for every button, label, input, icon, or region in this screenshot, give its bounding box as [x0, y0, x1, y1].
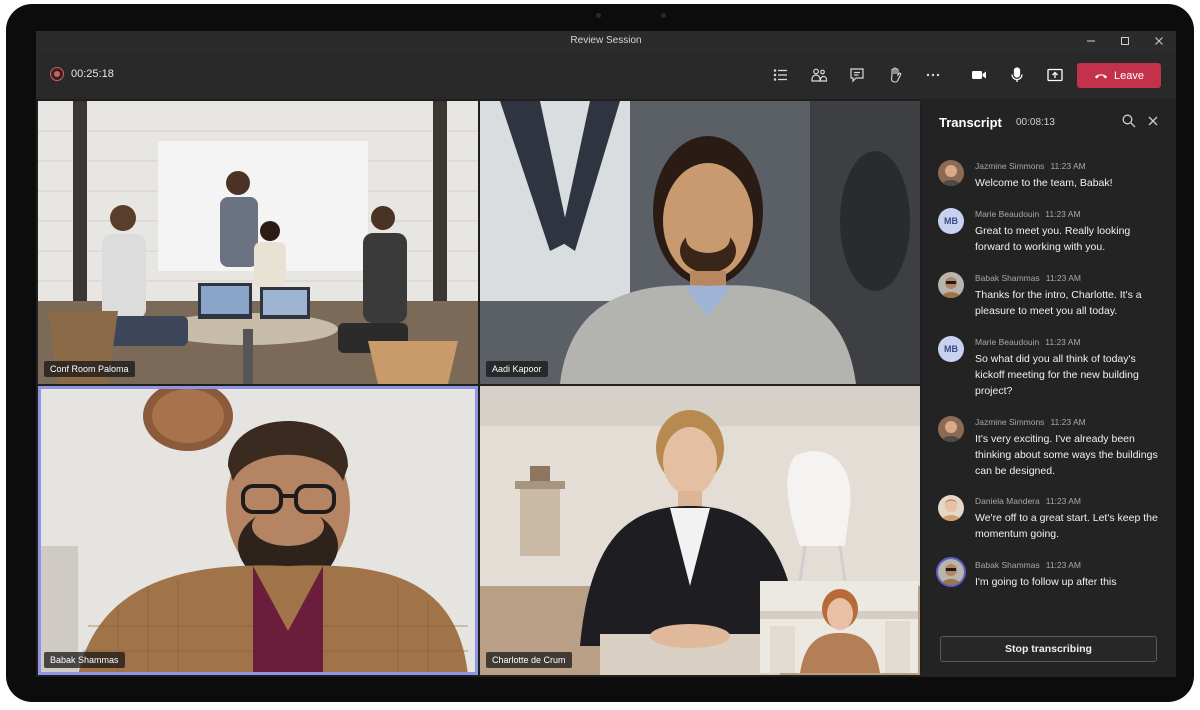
minimize-button[interactable] [1074, 31, 1108, 51]
message-author: Babak Shammas [975, 273, 1040, 283]
people-button[interactable] [805, 61, 833, 89]
participants-list-icon [773, 69, 787, 81]
leave-button[interactable]: Leave [1077, 63, 1161, 88]
people-icon [811, 68, 828, 82]
message-author: Daniela Mandera [975, 496, 1040, 506]
message-text: So what did you all think of today's kic… [975, 353, 1139, 397]
self-view-video [760, 581, 918, 673]
maximize-icon [1121, 37, 1129, 45]
device-frame: Review Session 00:25:18 Leave Conf Room … [6, 4, 1194, 702]
search-icon [1122, 114, 1136, 128]
maximize-button[interactable] [1108, 31, 1142, 51]
video-tile-charlotte-de-crum[interactable]: Charlotte de Crum [480, 386, 920, 675]
raise-hand-icon [890, 67, 902, 83]
camera-dot [596, 13, 601, 18]
video-tile-conf-room[interactable]: Conf Room Paloma [38, 101, 478, 384]
message-author: Marie Beaudouin [975, 337, 1040, 347]
message-text: We're off to a great start. Let's keep t… [975, 512, 1158, 540]
search-transcript-button[interactable] [1121, 113, 1137, 129]
message-author: Babak Shammas [975, 560, 1040, 570]
message-author: Marie Beaudouin [975, 209, 1040, 219]
self-view-tile[interactable] [760, 581, 918, 673]
message-text: I'm going to follow up after this [975, 576, 1117, 588]
minimize-icon [1087, 40, 1095, 42]
more-options-button[interactable] [919, 61, 947, 89]
avatar [938, 272, 964, 298]
close-icon [1155, 37, 1163, 45]
avatar [938, 495, 964, 521]
participant-name-tag: Babak Shammas [44, 652, 125, 668]
participant-name-tag: Charlotte de Crum [486, 652, 572, 668]
message-text: Welcome to the team, Babak! [975, 177, 1113, 189]
camera-button[interactable] [965, 61, 993, 89]
avatar [938, 416, 964, 442]
message-author: Jazmine Simmons [975, 417, 1045, 427]
chat-icon [850, 68, 864, 83]
raise-hand-button[interactable] [881, 61, 909, 89]
message-time: 11:23 AM [1050, 161, 1086, 171]
babak-shammas-video [38, 386, 478, 675]
participant-name-tag: Aadi Kapoor [486, 361, 548, 377]
leave-label: Leave [1114, 69, 1144, 82]
avatar [938, 160, 964, 186]
message-time: 11:23 AM [1045, 273, 1082, 283]
avatar: MB [938, 336, 964, 362]
transcript-panel: Transcript 00:08:13 Jazmine Simmons 11:23… [921, 99, 1176, 677]
aadi-kapoor-video [480, 101, 920, 384]
message-text: It's very exciting. I've already been th… [975, 433, 1158, 477]
chat-button[interactable] [843, 61, 871, 89]
message-text: Great to meet you. Really looking forwar… [975, 225, 1131, 253]
sensor-dot [661, 13, 666, 18]
message-time: 11:23 AM [1045, 337, 1081, 347]
avatar [938, 559, 964, 585]
camera-icon [972, 71, 986, 79]
message-time: 11:23 AM [1045, 496, 1082, 506]
video-tile-aadi-kapoor[interactable]: Aadi Kapoor [480, 101, 920, 384]
participant-name-tag: Conf Room Paloma [44, 361, 135, 377]
avatar: MB [938, 208, 964, 234]
close-transcript-button[interactable] [1145, 113, 1161, 129]
microphone-button[interactable] [1003, 61, 1031, 89]
share-screen-button[interactable] [1041, 61, 1069, 89]
close-window-button[interactable] [1142, 31, 1176, 51]
meeting-toolbar: 00:25:18 Leave [36, 51, 1176, 99]
recording-icon [50, 67, 64, 81]
stop-transcribing-button[interactable]: Stop transcribing [940, 636, 1157, 662]
video-tile-babak-shammas[interactable]: Babak Shammas [38, 386, 478, 675]
message-author: Jazmine Simmons [975, 161, 1045, 171]
close-icon [1148, 116, 1158, 126]
conf-room-video [38, 101, 478, 384]
message-time: 11:23 AM [1050, 417, 1086, 427]
teams-window: Review Session 00:25:18 Leave Conf Room … [36, 31, 1176, 677]
hang-up-icon [1095, 73, 1107, 78]
transcript-title: Transcript [939, 115, 1002, 130]
title-bar: Review Session [36, 31, 1176, 51]
share-screen-icon [1047, 68, 1063, 82]
message-time: 11:23 AM [1045, 560, 1082, 570]
more-icon [926, 73, 940, 77]
window-title: Review Session [570, 35, 642, 46]
microphone-icon [1011, 67, 1023, 82]
meeting-timer: 00:25:18 [71, 68, 114, 80]
message-time: 11:23 AM [1045, 209, 1081, 219]
message-text: Thanks for the intro, Charlotte. It's a … [975, 289, 1142, 317]
participants-list-button[interactable] [767, 61, 795, 89]
transcript-duration: 00:08:13 [1016, 117, 1055, 128]
